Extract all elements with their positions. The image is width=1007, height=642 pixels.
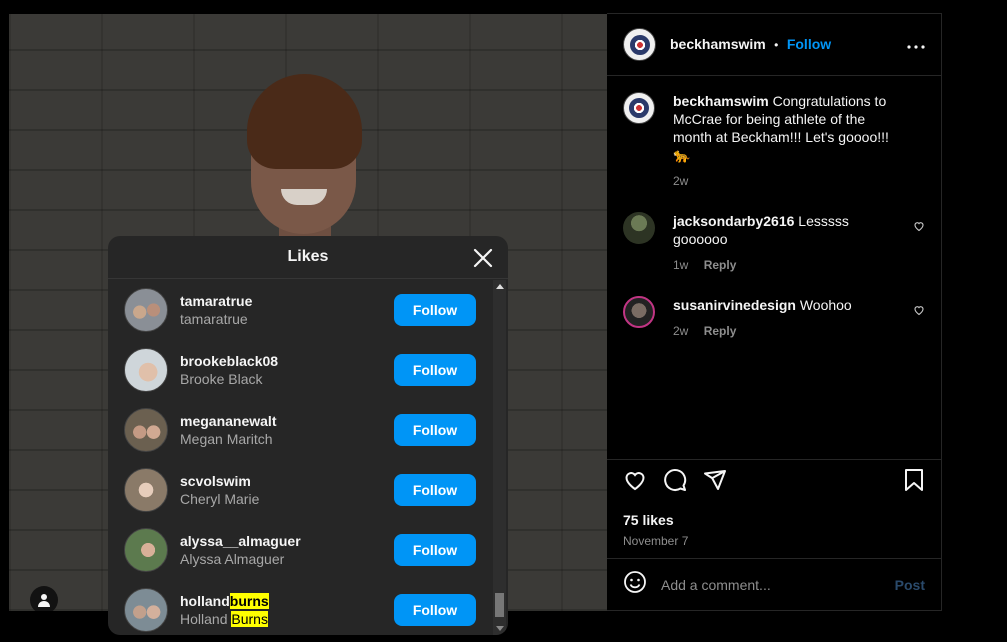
separator-dot: • (774, 37, 779, 52)
comment-item: susanirvinedesign Woohoo 2w Reply (623, 296, 925, 340)
bookmark-icon[interactable] (903, 468, 925, 497)
post-actions (607, 459, 941, 505)
modal-header: Likes (108, 236, 508, 279)
like-username[interactable]: hollandburns (180, 592, 394, 610)
post-date: November 7 (623, 534, 689, 548)
more-horizontal-icon[interactable] (907, 34, 925, 55)
avatar[interactable] (124, 408, 168, 452)
like-fullname: Holland Burns (180, 610, 394, 628)
tagged-user-icon[interactable] (30, 586, 58, 611)
comment-username[interactable]: jacksondarby2616 (673, 213, 794, 229)
avatar[interactable] (124, 588, 168, 632)
list-item: alyssa__almaguer Alyssa Almaguer Follow (108, 520, 492, 580)
comment-age: 1w (673, 258, 689, 272)
like-heart-icon[interactable] (623, 468, 647, 497)
emoji-icon[interactable] (623, 570, 647, 599)
likes-modal: Likes tamaratrue tamaratrue Follow brook… (108, 236, 508, 635)
likes-list[interactable]: tamaratrue tamaratrue Follow brookeblack… (108, 280, 492, 635)
list-item: hollandburns Holland Burns Follow (108, 580, 492, 635)
follow-link[interactable]: Follow (787, 36, 831, 52)
like-username[interactable]: alyssa__almaguer (180, 532, 394, 550)
fullname-prefix: Holland (180, 611, 232, 627)
like-fullname: Brooke Black (180, 371, 263, 387)
list-item: brookeblack08 Brooke Black Follow (108, 340, 492, 400)
avatar[interactable] (124, 528, 168, 572)
like-username[interactable]: brookeblack08 (180, 352, 394, 370)
share-send-icon[interactable] (703, 468, 727, 497)
comment-item: jacksondarby2616 Lesssss goooooo 1w Repl… (623, 212, 925, 274)
post-header: beckhamswim • Follow (607, 14, 941, 76)
heart-icon[interactable] (913, 304, 925, 316)
caption-age: 2w (673, 174, 689, 188)
avatar[interactable] (124, 288, 168, 332)
like-fullname: Alyssa Almaguer (180, 551, 285, 567)
modal-title: Likes (287, 248, 329, 265)
scroll-down-arrow-icon[interactable] (496, 626, 504, 631)
caption-username[interactable]: beckhamswim (673, 93, 769, 109)
follow-button[interactable]: Follow (394, 534, 476, 566)
reply-button[interactable]: Reply (704, 324, 737, 338)
add-comment-bar: Add a comment... Post (607, 558, 941, 610)
like-username[interactable]: megananewalt (180, 412, 394, 430)
like-fullname: Megan Maritch (180, 431, 273, 447)
comment-input[interactable]: Add a comment... (661, 577, 881, 593)
search-highlight: burns (229, 593, 269, 609)
comment-username[interactable]: susanirvinedesign (673, 297, 796, 313)
like-fullname: tamaratrue (180, 311, 248, 327)
avatar[interactable] (623, 212, 655, 244)
list-item: megananewalt Megan Maritch Follow (108, 400, 492, 460)
avatar[interactable] (124, 468, 168, 512)
comments-section: beckhamswim Congratulations to McCrae fo… (607, 76, 941, 378)
comment-age: 2w (673, 324, 689, 338)
avatar[interactable] (623, 28, 656, 61)
list-item: scvolswim Cheryl Marie Follow (108, 460, 492, 520)
caption: beckhamswim Congratulations to McCrae fo… (623, 92, 925, 190)
follow-button[interactable]: Follow (394, 414, 476, 446)
scroll-thumb[interactable] (495, 593, 504, 617)
heart-icon[interactable] (913, 220, 925, 232)
reply-button[interactable]: Reply (704, 258, 737, 272)
post-username[interactable]: beckhamswim (670, 36, 766, 52)
avatar[interactable] (124, 348, 168, 392)
scroll-up-arrow-icon[interactable] (496, 284, 504, 289)
scrollbar[interactable] (493, 280, 506, 635)
like-fullname: Cheryl Marie (180, 491, 260, 507)
search-highlight: Burns (231, 611, 268, 627)
follow-button[interactable]: Follow (394, 474, 476, 506)
follow-button[interactable]: Follow (394, 594, 476, 626)
like-username[interactable]: tamaratrue (180, 292, 394, 310)
avatar[interactable] (623, 296, 655, 328)
username-prefix: holland (180, 593, 230, 609)
list-item: tamaratrue tamaratrue Follow (108, 280, 492, 340)
avatar[interactable] (623, 92, 655, 124)
likes-count[interactable]: 75 likes (623, 512, 674, 528)
follow-button[interactable]: Follow (394, 294, 476, 326)
like-username[interactable]: scvolswim (180, 472, 394, 490)
comment-bubble-icon[interactable] (663, 468, 687, 497)
post-side-panel: beckhamswim • Follow beckhamswim Congrat… (607, 13, 942, 611)
comment-text: Woohoo (799, 297, 852, 313)
post-button[interactable]: Post (895, 577, 925, 593)
close-icon[interactable] (472, 247, 494, 269)
follow-button[interactable]: Follow (394, 354, 476, 386)
